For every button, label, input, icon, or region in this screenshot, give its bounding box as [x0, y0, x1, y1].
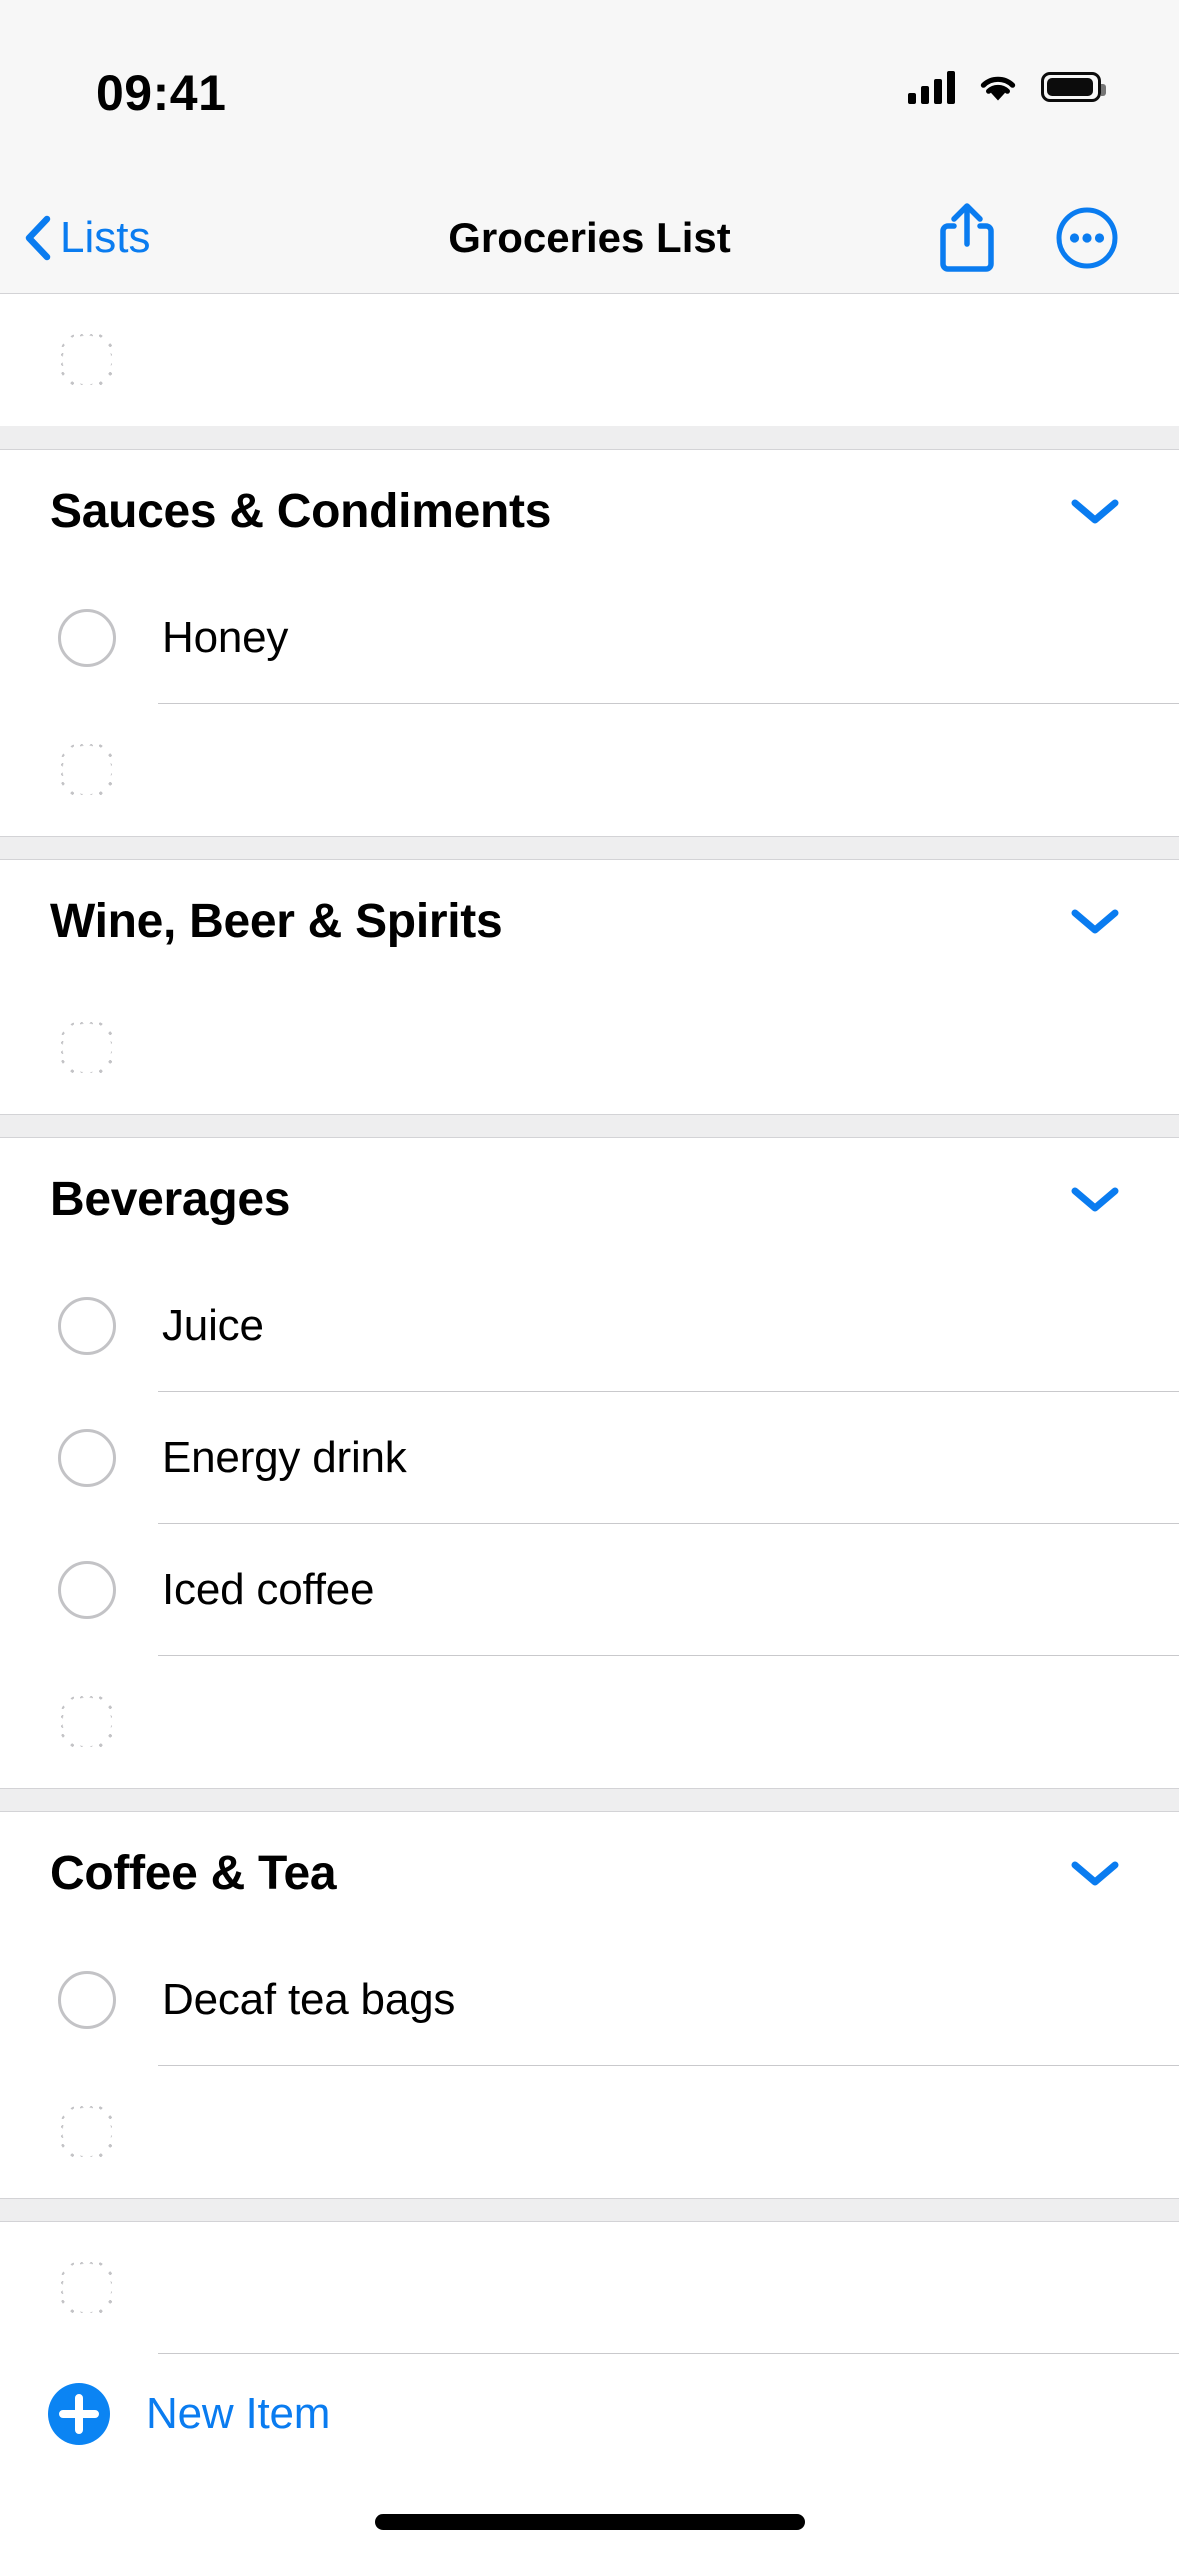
circle-icon[interactable]	[58, 1429, 116, 1487]
section-sauces-condiments: Sauces & Condiments Honey	[0, 450, 1179, 836]
chevron-down-icon[interactable]	[1069, 1858, 1121, 1888]
dotted-circle-icon[interactable]	[58, 2259, 116, 2317]
list-item-label: Honey	[162, 613, 289, 662]
list-item-placeholder[interactable]	[0, 2066, 1179, 2198]
signal-bars-icon	[908, 70, 955, 104]
circle-icon[interactable]	[58, 1561, 116, 1619]
status-bar-time: 09:41	[96, 65, 227, 121]
table-row[interactable]: Iced coffee	[0, 1524, 1179, 1656]
new-item-button[interactable]: New Item	[0, 2354, 1179, 2474]
section-header[interactable]: Beverages	[0, 1138, 1179, 1260]
plus-circle-icon	[48, 2383, 110, 2445]
nav-actions	[937, 202, 1119, 274]
list-item-placeholder[interactable]	[0, 2222, 1179, 2354]
section-ungrouped: New Item	[0, 2222, 1179, 2474]
section-divider	[0, 1114, 1179, 1138]
section-wine-beer-spirits: Wine, Beer & Spirits	[0, 860, 1179, 1114]
section-header[interactable]: Coffee & Tea	[0, 1812, 1179, 1934]
home-indicator[interactable]	[374, 2514, 805, 2530]
share-icon[interactable]	[937, 202, 997, 274]
list-item-placeholder[interactable]	[0, 704, 1179, 836]
chevron-down-icon[interactable]	[1069, 496, 1121, 526]
back-button[interactable]: Lists	[22, 215, 150, 261]
section-header[interactable]: Wine, Beer & Spirits	[0, 860, 1179, 982]
dotted-circle-icon[interactable]	[58, 1019, 116, 1077]
home-indicator-area	[0, 2474, 1179, 2556]
section-divider	[0, 426, 1179, 450]
ellipsis-circle-icon[interactable]	[1055, 206, 1119, 270]
phone-screen: 09:41 Lists Groceries List Sauces & Cond…	[0, 0, 1179, 2556]
chevron-down-icon[interactable]	[1069, 906, 1121, 936]
dotted-circle-icon[interactable]	[58, 741, 116, 799]
chevron-down-icon[interactable]	[1069, 1184, 1121, 1214]
status-bar-indicators	[908, 70, 1106, 104]
circle-icon[interactable]	[58, 609, 116, 667]
section-divider	[0, 1788, 1179, 1812]
dotted-circle-icon[interactable]	[58, 1693, 116, 1751]
list-item-label: Decaf tea bags	[162, 1975, 456, 2024]
list-item-placeholder[interactable]	[0, 1656, 1179, 1788]
list-item-label: Iced coffee	[162, 1565, 375, 1614]
table-row[interactable]: Energy drink	[0, 1392, 1179, 1524]
battery-full-icon	[1041, 72, 1106, 102]
section-title: Sauces & Condiments	[50, 484, 552, 538]
section-title: Beverages	[50, 1172, 291, 1226]
list-item-placeholder[interactable]	[0, 982, 1179, 1114]
section-divider	[0, 836, 1179, 860]
list-item-placeholder[interactable]	[0, 294, 1179, 426]
section-coffee-tea: Coffee & Tea Decaf tea bags	[0, 1812, 1179, 2198]
top-placeholder-section	[0, 294, 1179, 426]
chevron-left-icon	[25, 215, 51, 260]
table-row[interactable]: Decaf tea bags	[0, 1934, 1179, 2066]
table-row[interactable]: Juice	[0, 1260, 1179, 1392]
section-title: Wine, Beer & Spirits	[50, 894, 503, 948]
status-bar: 09:41	[0, 0, 1179, 182]
section-divider	[0, 2198, 1179, 2222]
reminders-list-scroll[interactable]: Sauces & Condiments Honey Wine, Beer & S…	[0, 294, 1179, 2474]
table-row[interactable]: Honey	[0, 572, 1179, 704]
section-title: Coffee & Tea	[50, 1846, 337, 1900]
circle-icon[interactable]	[58, 1971, 116, 2029]
section-header[interactable]: Sauces & Condiments	[0, 450, 1179, 572]
navigation-bar: Lists Groceries List	[0, 182, 1179, 294]
row-separator	[158, 2352, 1179, 2354]
dotted-circle-icon[interactable]	[58, 331, 116, 389]
new-item-label: New Item	[146, 2389, 331, 2438]
back-button-label: Lists	[60, 212, 151, 262]
list-item-label: Energy drink	[162, 1433, 407, 1482]
wifi-icon	[980, 76, 1016, 101]
section-beverages: Beverages Juice Energy drink Iced coffee	[0, 1138, 1179, 1788]
list-item-label: Juice	[162, 1301, 264, 1350]
dotted-circle-icon[interactable]	[58, 2103, 116, 2161]
circle-icon[interactable]	[58, 1297, 116, 1355]
